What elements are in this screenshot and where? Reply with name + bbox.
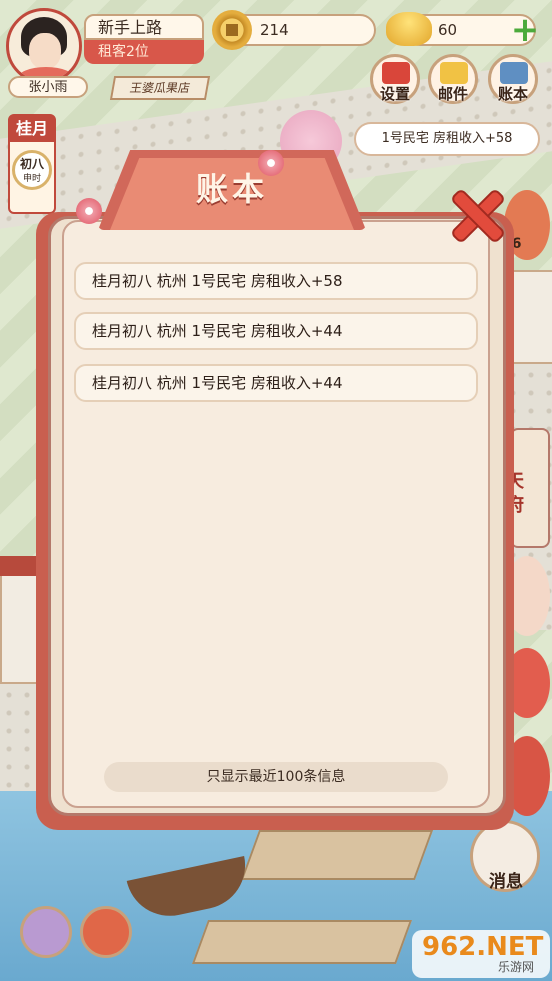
player-title-box[interactable]: 新手上路 租客2位 [84, 14, 204, 66]
ledger-book-icon [500, 62, 528, 84]
ledger-button[interactable]: 账本 [488, 54, 538, 104]
ledger-modal-header: 账本 [98, 150, 366, 230]
wooden-pier[interactable] [191, 920, 413, 964]
calendar-month: 桂月 [10, 116, 54, 142]
calendar-day: 初八 [19, 157, 44, 171]
ledger-modal-body [62, 220, 490, 808]
settings-button[interactable]: 设置 [370, 54, 420, 104]
coin-value: 214 [260, 21, 289, 39]
mail-button[interactable]: 邮件 [428, 54, 478, 104]
player-title: 新手上路 [84, 14, 204, 40]
calendar-dial: 初八 申时 [12, 150, 52, 190]
close-icon[interactable] [448, 186, 502, 240]
flower-ornament-icon [258, 150, 284, 176]
news-button[interactable]: 消息 [470, 820, 540, 892]
player-name: 张小雨 [8, 76, 88, 98]
site-watermark: 962.NET 乐游网 [412, 930, 550, 978]
watermark-sub: 乐游网 [498, 960, 535, 974]
income-notice: 1号民宅 房租收入+58 [354, 122, 540, 156]
calendar-widget[interactable]: 桂月 初八 申时 [8, 114, 56, 214]
mail-label: 邮件 [437, 85, 468, 103]
player-rank: 租客2位 [84, 40, 204, 64]
player-avatar[interactable] [6, 8, 82, 84]
ledger-footer-note: 只显示最近100条信息 [104, 762, 448, 792]
settings-label: 设置 [379, 85, 410, 103]
ingot-value: 60 [438, 21, 458, 39]
gold-ingot-icon [386, 12, 432, 46]
envelope-icon [440, 62, 468, 84]
ledger-label: 账本 [497, 85, 528, 103]
shop-sign[interactable]: 王婆瓜果店 [109, 76, 211, 100]
ledger-entry: 桂月初八 杭州 1号民宅 房租收入+44 [74, 364, 478, 402]
ledger-entry: 桂月初八 杭州 1号民宅 房租收入+58 [74, 262, 478, 300]
ledger-entry: 桂月初八 杭州 1号民宅 房租收入+44 [74, 312, 478, 350]
copper-coin-icon [212, 10, 252, 50]
news-label: 消息 [489, 872, 523, 892]
add-ingot-button[interactable]: + [510, 13, 540, 47]
modal-title: 账本 [195, 170, 268, 208]
calendar-hour: 申时 [22, 174, 41, 184]
travel-button[interactable] [80, 906, 132, 958]
flag-icon [382, 62, 410, 84]
wooden-pier[interactable] [240, 830, 434, 880]
flower-ornament-icon [76, 198, 102, 224]
map-button[interactable] [20, 906, 72, 958]
